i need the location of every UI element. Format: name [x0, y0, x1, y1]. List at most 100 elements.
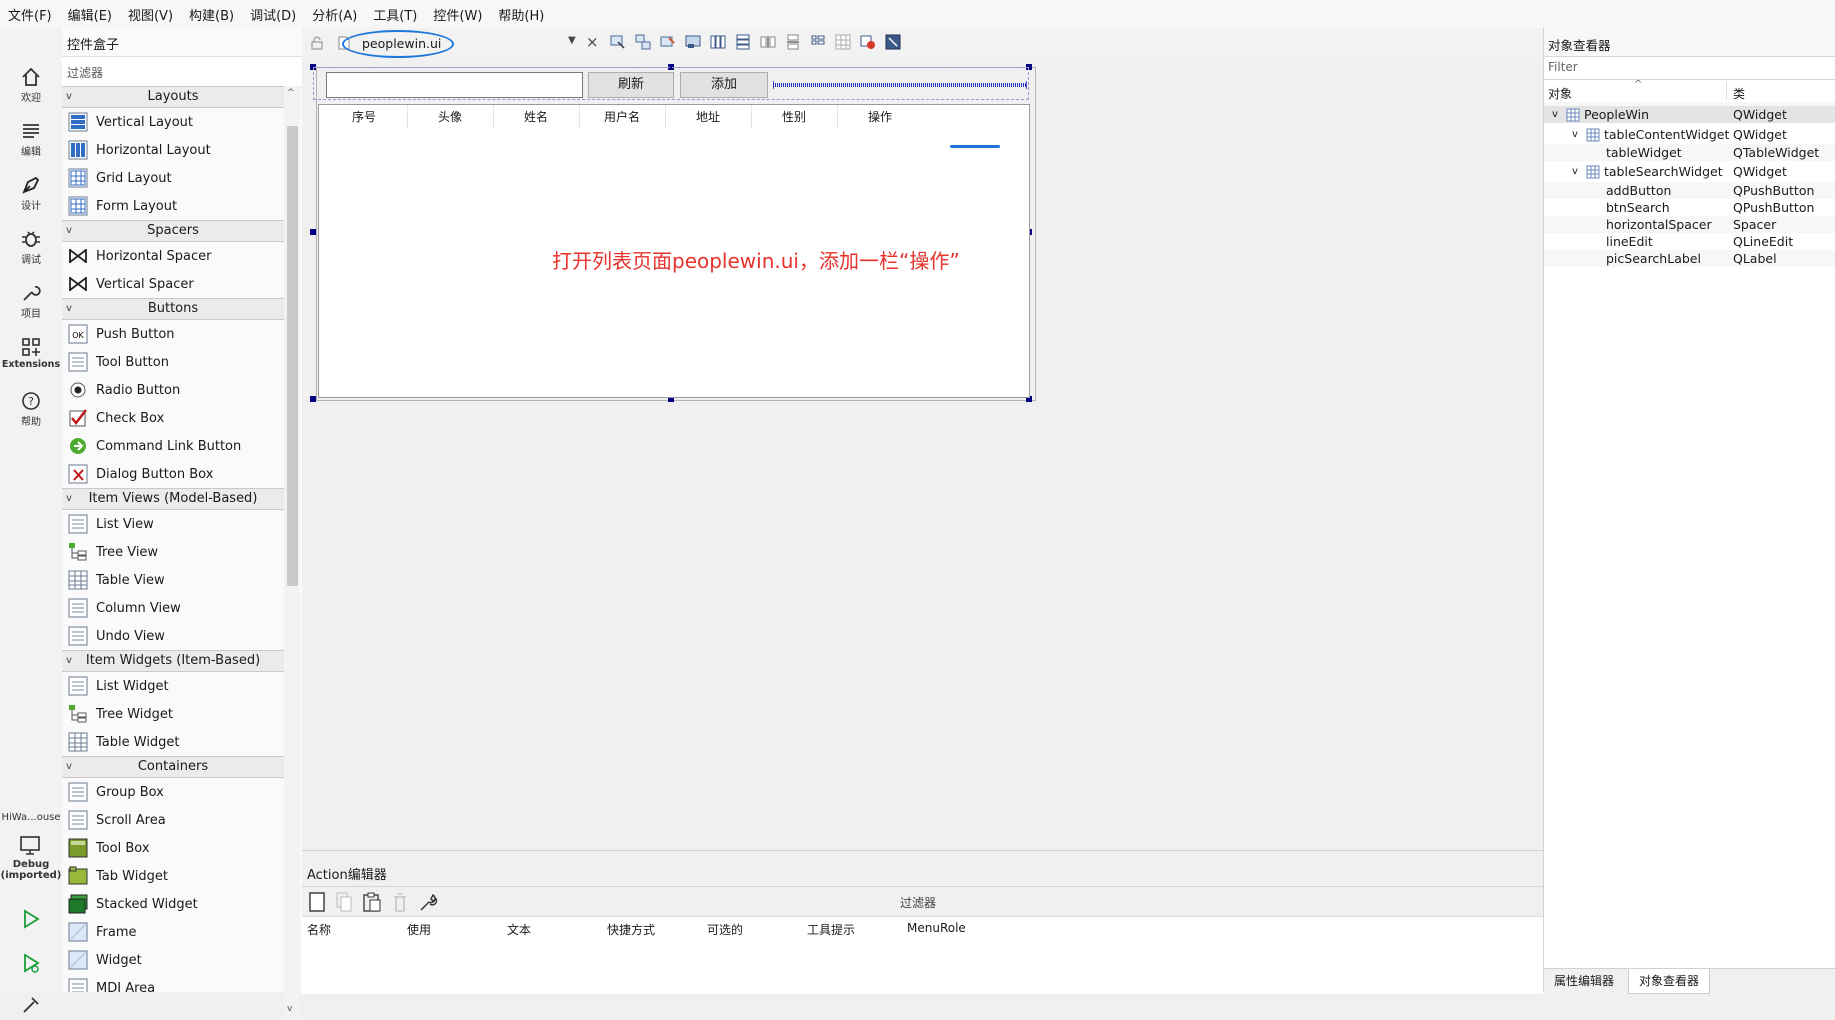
- paste-icon[interactable]: [362, 891, 382, 913]
- widget-item[interactable]: List View: [62, 510, 284, 538]
- table-header-cell[interactable]: 性别: [751, 105, 838, 129]
- mode-design[interactable]: 设计: [0, 174, 62, 212]
- widget-item[interactable]: Widget: [62, 946, 284, 974]
- layout-splitter-h-icon[interactable]: [760, 34, 776, 50]
- widget-item[interactable]: Check Box: [62, 404, 284, 432]
- action-table[interactable]: 名称 使用 文本 快捷方式 可选的 工具提示 MenuRole: [302, 916, 1543, 994]
- edit-signals-icon[interactable]: [635, 34, 651, 50]
- widget-item[interactable]: Scroll Area: [62, 806, 284, 834]
- run-button[interactable]: [0, 908, 62, 931]
- action-column-header[interactable]: 可选的: [707, 921, 743, 938]
- horizontal-spacer[interactable]: [772, 79, 1028, 89]
- layout-grid-icon[interactable]: [835, 34, 851, 50]
- object-tree-row[interactable]: btnSearch QPushButton: [1544, 199, 1835, 216]
- refresh-button[interactable]: 刷新: [588, 72, 674, 98]
- file-dropdown-icon[interactable]: ▼: [568, 35, 576, 46]
- action-column-header[interactable]: 文本: [507, 921, 531, 938]
- object-tree-row[interactable]: v tableContentWidget QWidget: [1544, 126, 1835, 143]
- chevron-down-icon[interactable]: v: [66, 221, 72, 241]
- chevron-down-icon[interactable]: v: [1572, 163, 1578, 180]
- mode-projects[interactable]: 项目: [0, 282, 62, 320]
- widget-item[interactable]: Grid Layout: [62, 164, 284, 192]
- widget-item[interactable]: Table Widget: [62, 728, 284, 756]
- menu-view[interactable]: 视图(V): [120, 5, 181, 24]
- widget-item[interactable]: Group Box: [62, 778, 284, 806]
- tab-property-editor[interactable]: 属性编辑器: [1544, 969, 1624, 993]
- layout-horizontal-icon[interactable]: [710, 34, 726, 50]
- layout-form-icon[interactable]: [810, 34, 826, 50]
- widget-item[interactable]: Radio Button: [62, 376, 284, 404]
- lock-icon[interactable]: [310, 36, 324, 50]
- action-column-header[interactable]: MenuRole: [907, 921, 966, 935]
- scroll-up-icon[interactable]: ^: [287, 88, 295, 98]
- copy-icon[interactable]: [335, 891, 353, 913]
- mode-debug[interactable]: 调试: [0, 228, 62, 266]
- resize-handle[interactable]: [310, 396, 316, 402]
- category-header[interactable]: v Layouts: [62, 86, 284, 108]
- close-file-icon[interactable]: ×: [586, 33, 599, 51]
- chevron-down-icon[interactable]: v: [66, 87, 72, 107]
- mode-help[interactable]: ? 帮助: [0, 390, 62, 428]
- action-column-header[interactable]: 使用: [407, 921, 431, 938]
- chevron-down-icon[interactable]: v: [1552, 106, 1558, 123]
- widget-item[interactable]: Frame: [62, 918, 284, 946]
- object-tree-row[interactable]: picSearchLabel QLabel: [1544, 250, 1835, 267]
- tab-object-inspector[interactable]: 对象查看器: [1628, 969, 1711, 994]
- chevron-down-icon[interactable]: v: [66, 489, 72, 509]
- mode-welcome[interactable]: 欢迎: [0, 66, 62, 104]
- category-header[interactable]: v Containers: [62, 756, 284, 778]
- widget-item[interactable]: Tree View: [62, 538, 284, 566]
- menu-help[interactable]: 帮助(H): [490, 5, 552, 24]
- edit-tab-order-icon[interactable]: [685, 34, 701, 50]
- widget-item[interactable]: Undo View: [62, 622, 284, 650]
- object-inspector-filter[interactable]: Filter: [1544, 56, 1835, 80]
- layout-splitter-v-icon[interactable]: [785, 34, 801, 50]
- table-header-cell[interactable]: 头像: [407, 105, 494, 129]
- delete-icon[interactable]: [391, 891, 409, 913]
- menu-debug[interactable]: 调试(D): [242, 5, 304, 24]
- widget-item[interactable]: Column View: [62, 594, 284, 622]
- edit-buddies-icon[interactable]: [660, 34, 676, 50]
- widget-item[interactable]: Table View: [62, 566, 284, 594]
- resize-handle[interactable]: [310, 229, 316, 235]
- col-object[interactable]: 对象: [1548, 85, 1572, 102]
- object-tree-row[interactable]: v tableSearchWidget QWidget: [1544, 163, 1835, 180]
- widget-item[interactable]: MDI Area: [62, 974, 284, 992]
- widget-item[interactable]: Dialog Button Box: [62, 460, 284, 488]
- category-header[interactable]: v Item Widgets (Item-Based): [62, 650, 284, 672]
- widget-box-filter[interactable]: 过滤器: [62, 56, 302, 88]
- configure-icon[interactable]: [418, 891, 440, 913]
- widget-item[interactable]: Horizontal Spacer: [62, 242, 284, 270]
- object-tree-row[interactable]: addButton QPushButton: [1544, 182, 1835, 199]
- widget-item[interactable]: Horizontal Layout: [62, 136, 284, 164]
- mode-extensions[interactable]: Extensions: [0, 336, 62, 370]
- menu-widgets[interactable]: 控件(W): [425, 5, 490, 24]
- category-header[interactable]: v Spacers: [62, 220, 284, 242]
- menu-file[interactable]: 文件(F): [0, 5, 60, 24]
- debug-run-button[interactable]: [0, 952, 62, 975]
- widget-item[interactable]: Stacked Widget: [62, 890, 284, 918]
- widget-item[interactable]: Vertical Layout: [62, 108, 284, 136]
- object-tree-row[interactable]: lineEdit QLineEdit: [1544, 233, 1835, 250]
- table-header-cell[interactable]: 序号: [321, 105, 408, 129]
- menu-tools[interactable]: 工具(T): [365, 5, 425, 24]
- chevron-down-icon[interactable]: v: [66, 299, 72, 319]
- action-column-header[interactable]: 工具提示: [807, 921, 855, 938]
- chevron-down-icon[interactable]: v: [66, 757, 72, 777]
- mode-edit[interactable]: 编辑: [0, 120, 62, 158]
- edit-widgets-icon[interactable]: [610, 34, 626, 50]
- layout-vertical-icon[interactable]: [735, 34, 751, 50]
- scrollbar-thumb[interactable]: [287, 126, 298, 586]
- menu-analyze[interactable]: 分析(A): [304, 5, 365, 24]
- action-column-header[interactable]: 快捷方式: [607, 921, 655, 938]
- kit-selector[interactable]: Debug (imported): [0, 834, 62, 881]
- build-button[interactable]: [0, 994, 62, 1017]
- widget-item[interactable]: Command Link Button: [62, 432, 284, 460]
- widget-item[interactable]: Tool Button: [62, 348, 284, 376]
- widget-box-scrollbar[interactable]: ^ v: [284, 86, 300, 1020]
- action-column-header[interactable]: 名称: [307, 921, 331, 938]
- break-layout-icon[interactable]: [860, 34, 876, 50]
- widget-item[interactable]: OK Push Button: [62, 320, 284, 348]
- scroll-down-icon[interactable]: v: [287, 1004, 292, 1014]
- widget-item[interactable]: Vertical Spacer: [62, 270, 284, 298]
